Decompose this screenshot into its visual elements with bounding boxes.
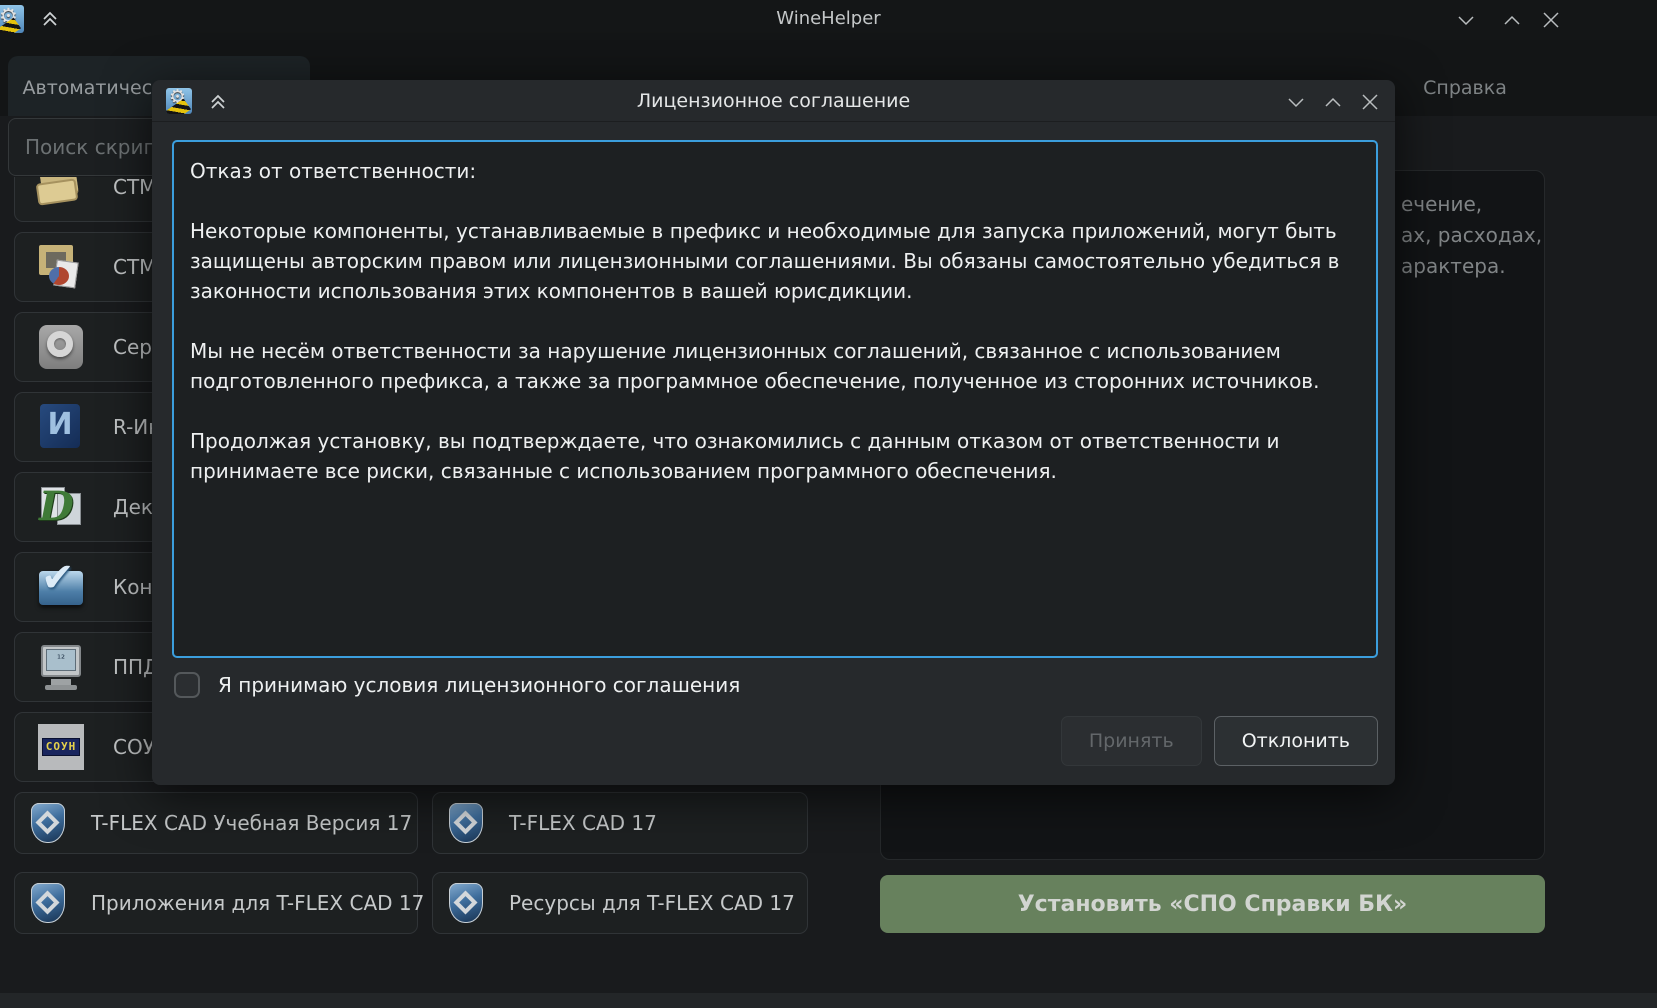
main-titlebar: ⚙ WineHelper bbox=[0, 0, 1657, 40]
accept-button[interactable]: Принять bbox=[1061, 716, 1202, 766]
license-text-area[interactable]: Отказ от ответственности: Некоторые комп… bbox=[172, 140, 1378, 658]
accept-terms-checkbox[interactable] bbox=[174, 672, 200, 698]
dialog-maximize-button[interactable] bbox=[1322, 93, 1344, 111]
accept-terms-row: Я принимаю условия лицензионного соглаше… bbox=[174, 670, 740, 700]
tflex-logo-icon bbox=[29, 881, 69, 925]
green-d-documents-icon: D bbox=[37, 483, 85, 531]
card-tflex-cad[interactable]: T-FLEX CAD 17 bbox=[432, 792, 808, 854]
dialog-title: Лицензионное соглашение bbox=[152, 90, 1395, 112]
accept-terms-label[interactable]: Я принимаю условия лицензионного соглаше… bbox=[218, 673, 740, 697]
license-paragraph: Мы не несём ответственности за нарушение… bbox=[190, 336, 1360, 396]
dialog-buttons: Принять Отклонить bbox=[1061, 716, 1378, 766]
screen: ⚙ WineHelper Автоматическая установка Ру… bbox=[0, 0, 1657, 1008]
tan-folder-icon bbox=[37, 177, 85, 211]
card-tflex-apps[interactable]: Приложения для T-FLEX CAD 17 bbox=[14, 872, 418, 934]
grey-ring-icon bbox=[37, 323, 85, 371]
card-tflex-res[interactable]: Ресурсы для T-FLEX CAD 17 bbox=[432, 872, 808, 934]
description-text-fragment: ечение, ах, расходах, арактера. bbox=[1401, 189, 1542, 282]
install-button[interactable]: Установить «СПО Справки БК» bbox=[880, 875, 1545, 933]
card-tflex-edu[interactable]: T-FLEX CAD Учебная Версия 17 bbox=[14, 792, 418, 854]
tflex-logo-icon bbox=[447, 881, 487, 925]
dialog-minimize-button[interactable] bbox=[1285, 93, 1307, 111]
window-title: WineHelper bbox=[0, 8, 1657, 29]
dialog-titlebar: ⚙ Лицензионное соглашение bbox=[152, 80, 1395, 122]
blue-letter-i-icon: И bbox=[37, 403, 85, 451]
tflex-logo-icon bbox=[447, 801, 487, 845]
soun-badge-icon: СОУН bbox=[37, 723, 85, 771]
decline-button[interactable]: Отклонить bbox=[1214, 716, 1378, 766]
dialog-close-button[interactable] bbox=[1359, 93, 1381, 111]
license-paragraph: Продолжая установку, вы подтверждаете, ч… bbox=[190, 426, 1360, 486]
license-paragraph: Отказ от ответственности: bbox=[190, 156, 1360, 186]
bottom-edge-strip bbox=[0, 993, 1657, 1008]
close-button[interactable] bbox=[1540, 11, 1562, 29]
maximize-button[interactable] bbox=[1501, 11, 1523, 29]
minimize-button[interactable] bbox=[1455, 11, 1477, 29]
crt-monitor-icon: ¹² bbox=[37, 643, 85, 691]
tflex-logo-icon bbox=[29, 801, 69, 845]
blue-checkmark-icon: ✔ bbox=[37, 563, 85, 611]
frame-documents-chart-icon bbox=[37, 243, 85, 291]
license-paragraph: Некоторые компоненты, устанавливаемые в … bbox=[190, 216, 1360, 306]
license-dialog: ⚙ Лицензионное соглашение Отказ от ответ… bbox=[152, 80, 1395, 785]
